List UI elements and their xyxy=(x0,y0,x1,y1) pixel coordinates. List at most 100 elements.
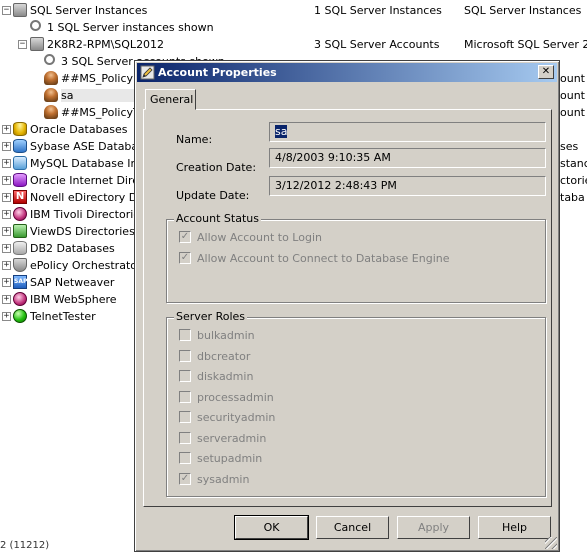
close-icon: ✕ xyxy=(541,66,551,77)
unchecked-checkbox xyxy=(179,431,191,444)
expand-icon[interactable]: + xyxy=(2,261,11,270)
tree-row-col3: taba xyxy=(560,191,585,204)
collapse-icon[interactable]: − xyxy=(18,40,27,49)
tree-row-label: IBM WebSphere xyxy=(30,293,117,306)
resize-grip[interactable] xyxy=(545,537,557,549)
expand-icon[interactable]: + xyxy=(2,227,11,236)
server-icon xyxy=(13,3,27,17)
unchecked-checkbox xyxy=(179,349,191,362)
unchecked-checkbox xyxy=(179,411,191,423)
mysql-icon xyxy=(13,156,27,170)
dialog-title: Account Properties xyxy=(158,66,277,79)
tree-row-label: TelnetTester xyxy=(30,310,96,323)
expand-icon[interactable]: + xyxy=(2,244,11,253)
tree-row-label: DB2 Databases xyxy=(30,242,115,255)
creation-date-field[interactable]: 4/8/2003 9:10:35 AM xyxy=(269,148,546,168)
checkbox-label: setupadmin xyxy=(197,452,263,465)
expand-icon[interactable]: + xyxy=(2,278,11,287)
green-circle-icon xyxy=(13,309,27,323)
expand-icon[interactable]: + xyxy=(2,295,11,304)
checkbox-label: sysadmin xyxy=(197,472,250,486)
unchecked-checkbox xyxy=(179,452,191,464)
name-field[interactable]: sa xyxy=(269,122,546,142)
checkbox-label: diskadmin xyxy=(197,370,254,383)
server-roles-group: Server Roles bulkadmin dbcreator diskadmin… xyxy=(166,310,546,497)
tree-row-label: SAP Netweaver xyxy=(30,276,115,289)
unchecked-checkbox xyxy=(179,390,191,403)
tree-row-label: ePolicy Orchestrator xyxy=(30,259,142,272)
tree-row-col2: 3 SQL Server Accounts xyxy=(314,38,440,51)
user-icon xyxy=(44,88,58,102)
checkbox-label: Allow Account to Login xyxy=(197,231,322,244)
tree-row-label: SQL Server Instances xyxy=(30,4,148,17)
apply-button: Apply xyxy=(397,516,470,539)
search-icon xyxy=(30,20,41,31)
tree-row-label: IBM Tivoli Directories xyxy=(30,208,146,221)
tree-row-label: Oracle Databases xyxy=(30,123,128,136)
ok-button[interactable]: OK xyxy=(234,515,309,540)
tree-row[interactable]: − 2K8R2-RPM\SQL2012 3 SQL Server Accounts M… xyxy=(0,36,587,53)
server-icon xyxy=(30,37,44,51)
general-tab-panel: Name: sa Creation Date: 4/8/2003 9:10:35… xyxy=(143,109,552,507)
checkbox-label: processadmin xyxy=(197,390,274,404)
tree-row-col3: ount xyxy=(560,89,585,102)
directory-icon xyxy=(13,224,27,238)
dialog-titlebar[interactable]: Account Properties ✕ xyxy=(137,63,557,82)
tree-row-col3: ount xyxy=(560,72,585,85)
pencil-icon xyxy=(140,65,155,80)
tree-row-col3: ctorie xyxy=(560,174,587,187)
status-bar-text: 2 (11212) xyxy=(0,540,50,551)
tree-row[interactable]: 1 SQL Server instances shown xyxy=(0,19,587,36)
expand-icon[interactable]: + xyxy=(2,142,11,151)
checked-checkbox: ✓ xyxy=(179,472,191,485)
update-date-field[interactable]: 3/12/2012 2:48:43 PM xyxy=(269,176,546,196)
search-icon xyxy=(44,54,55,65)
expand-icon[interactable]: + xyxy=(2,210,11,219)
sap-icon: SAP xyxy=(13,275,27,289)
globe-icon xyxy=(13,207,27,221)
tree-row-col3: Microsoft SQL Server 2012 xyxy=(464,38,587,51)
server-roles-label: Server Roles xyxy=(174,310,248,323)
account-status-label: Account Status xyxy=(174,212,261,225)
expand-icon[interactable]: + xyxy=(2,125,11,134)
update-date-label: Update Date: xyxy=(176,189,250,202)
tree-row-label: 2K8R2-RPM\SQL2012 xyxy=(47,38,165,51)
tree-row-label: 1 SQL Server instances shown xyxy=(47,21,214,34)
database-icon xyxy=(13,139,27,153)
unchecked-checkbox xyxy=(179,329,191,341)
checked-checkbox: ✓ xyxy=(179,231,191,243)
unchecked-checkbox xyxy=(179,370,191,382)
cancel-button[interactable]: Cancel xyxy=(316,516,389,539)
database-icon xyxy=(13,241,27,255)
checkbox-label: securityadmin xyxy=(197,411,276,424)
name-label: Name: xyxy=(176,133,213,146)
checked-checkbox: ✓ xyxy=(179,252,191,264)
expand-icon[interactable]: + xyxy=(2,159,11,168)
checkbox-label: bulkadmin xyxy=(197,329,255,342)
collapse-icon[interactable]: − xyxy=(2,6,11,15)
checkbox-label: serveradmin xyxy=(197,431,267,445)
tree-row[interactable]: − SQL Server Instances 1 SQL Server Instan… xyxy=(0,2,587,19)
creation-date-label: Creation Date: xyxy=(176,161,257,174)
tree-row-col3: SQL Server Instances xyxy=(464,4,582,17)
expand-icon[interactable]: + xyxy=(2,176,11,185)
name-value: sa xyxy=(275,125,288,138)
expand-icon[interactable]: + xyxy=(2,312,11,321)
expand-icon[interactable]: + xyxy=(2,193,11,202)
tree-row-label: ViewDS Directories xyxy=(30,225,135,238)
tree-row-col3: ses xyxy=(560,140,579,153)
tree-row-col2: 1 SQL Server Instances xyxy=(314,4,442,17)
checkbox-label: Allow Account to Connect to Database Eng… xyxy=(197,252,450,265)
tree-row-col3: stance xyxy=(560,157,587,170)
database-icon xyxy=(13,122,27,136)
account-status-group: Account Status ✓ Allow Account to Login ✓ A… xyxy=(166,212,546,303)
user-icon xyxy=(44,71,58,85)
help-button[interactable]: Help xyxy=(478,516,551,539)
shield-icon xyxy=(13,258,27,272)
user-icon xyxy=(44,105,58,119)
tab-general-label: General xyxy=(150,93,194,106)
tree-row-col3: ount xyxy=(560,106,585,119)
close-button[interactable]: ✕ xyxy=(538,65,554,79)
checkbox-label: dbcreator xyxy=(197,349,251,363)
tab-general[interactable]: General xyxy=(145,89,196,110)
